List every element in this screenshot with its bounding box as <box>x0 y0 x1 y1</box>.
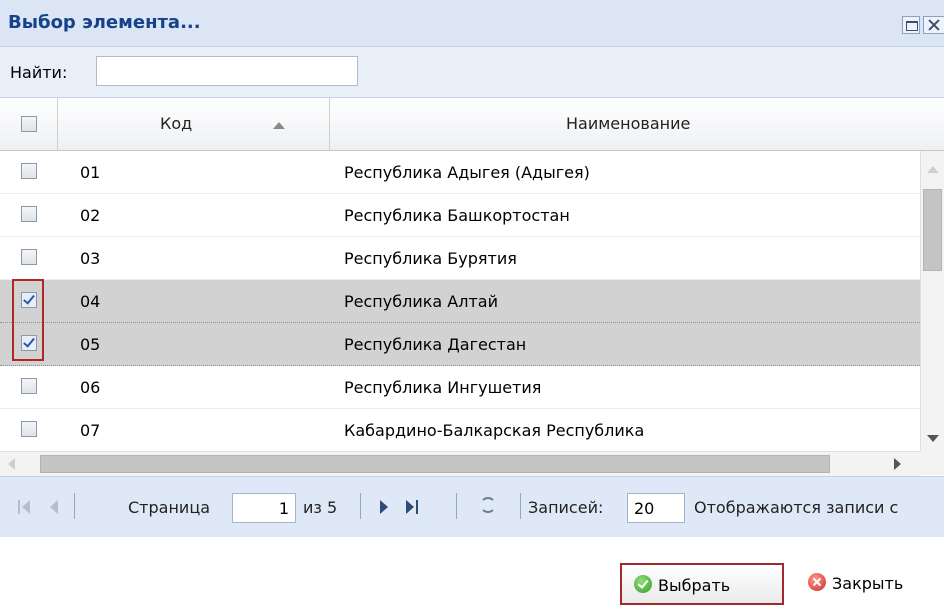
paging-toolbar: Страница из 5 Записей: Отображаются запи… <box>0 476 944 538</box>
table-row[interactable]: 02 Республика Башкортостан <box>0 194 920 237</box>
row-code: 05 <box>80 335 101 354</box>
row-name: Республика Адыгея (Адыгея) <box>344 163 590 182</box>
horizontal-scroll-thumb[interactable] <box>40 455 830 473</box>
horizontal-scrollbar[interactable] <box>0 451 920 476</box>
prev-page-icon[interactable] <box>48 499 62 515</box>
page-count-label: из 5 <box>303 498 338 517</box>
row-code: 02 <box>80 206 101 225</box>
column-header-code-label: Код <box>160 114 193 133</box>
scroll-up-icon[interactable] <box>927 166 939 173</box>
highlight-checked-rows <box>12 279 44 361</box>
close-button[interactable]: Закрыть <box>796 563 926 605</box>
vertical-scrollbar[interactable] <box>920 151 944 451</box>
search-bar: Найти: <box>0 47 944 98</box>
table-row[interactable]: 01 Республика Адыгея (Адыгея) <box>0 151 920 194</box>
row-checkbox[interactable] <box>21 163 37 179</box>
grid-body: 01 Республика Адыгея (Адыгея) 02 Республ… <box>0 151 920 451</box>
row-name: Кабардино-Балкарская Республика <box>344 421 645 440</box>
records-per-page-input[interactable] <box>627 493 685 523</box>
toolbar-separator <box>456 493 457 519</box>
scroll-corner <box>920 451 944 475</box>
column-header-name-label: Наименование <box>566 114 691 133</box>
last-page-icon[interactable] <box>406 499 420 515</box>
select-all-checkbox[interactable] <box>21 116 37 132</box>
page-label: Страница <box>128 498 211 517</box>
title-bar[interactable]: Выбор элемента... <box>0 0 944 47</box>
check-circle-icon <box>634 575 652 593</box>
close-button-label: Закрыть <box>832 574 904 593</box>
select-button[interactable]: Выбрать <box>620 563 784 605</box>
column-header-name[interactable]: Наименование <box>330 98 944 150</box>
row-name: Республика Ингушетия <box>344 378 542 397</box>
table-row[interactable]: 06 Республика Ингушетия <box>0 366 920 409</box>
row-checkbox[interactable] <box>21 378 37 394</box>
toolbar-separator <box>74 493 75 519</box>
row-code: 03 <box>80 249 101 268</box>
row-code: 06 <box>80 378 101 397</box>
row-name: Республика Дагестан <box>344 335 527 354</box>
dialog-window: Выбор элемента... Найти: Код Наименовани… <box>0 0 944 610</box>
row-name: Республика Алтай <box>344 292 498 311</box>
column-header-code[interactable]: Код <box>58 98 330 150</box>
dialog-footer: Выбрать Закрыть <box>0 537 944 610</box>
row-name: Республика Бурятия <box>344 249 517 268</box>
grid-header: Код Наименование <box>0 98 944 151</box>
close-icon[interactable] <box>923 16 944 34</box>
table-row[interactable]: 05 Республика Дагестан <box>0 323 920 366</box>
cancel-circle-icon <box>808 573 826 591</box>
row-checkbox[interactable] <box>21 249 37 265</box>
table-row[interactable]: 04 Республика Алтай <box>0 280 920 323</box>
row-checkbox[interactable] <box>21 421 37 437</box>
refresh-icon[interactable] <box>478 495 500 517</box>
records-label: Записей: <box>528 498 604 517</box>
search-input[interactable] <box>96 56 358 86</box>
page-number-input[interactable] <box>232 493 296 523</box>
toolbar-separator <box>520 493 521 519</box>
row-checkbox[interactable] <box>21 206 37 222</box>
row-code: 04 <box>80 292 101 311</box>
row-code: 07 <box>80 421 101 440</box>
next-page-icon[interactable] <box>378 499 392 515</box>
display-info-text: Отображаются записи с <box>694 498 899 517</box>
row-code: 01 <box>80 163 101 182</box>
row-name: Республика Башкортостан <box>344 206 570 225</box>
scroll-down-icon[interactable] <box>927 435 939 442</box>
window-title: Выбор элемента... <box>8 12 201 33</box>
search-label: Найти: <box>10 63 68 82</box>
sort-asc-icon <box>273 122 285 129</box>
scroll-right-icon[interactable] <box>894 458 901 470</box>
table-row[interactable]: 03 Республика Бурятия <box>0 237 920 280</box>
vertical-scroll-thumb[interactable] <box>923 189 942 271</box>
maximize-icon[interactable] <box>902 16 920 34</box>
first-page-icon[interactable] <box>18 499 32 515</box>
select-button-label: Выбрать <box>658 576 731 595</box>
table-row[interactable]: 07 Кабардино-Балкарская Республика <box>0 409 920 451</box>
header-select-all-cell <box>0 98 58 150</box>
toolbar-separator <box>360 493 361 519</box>
scroll-left-icon[interactable] <box>8 458 15 470</box>
